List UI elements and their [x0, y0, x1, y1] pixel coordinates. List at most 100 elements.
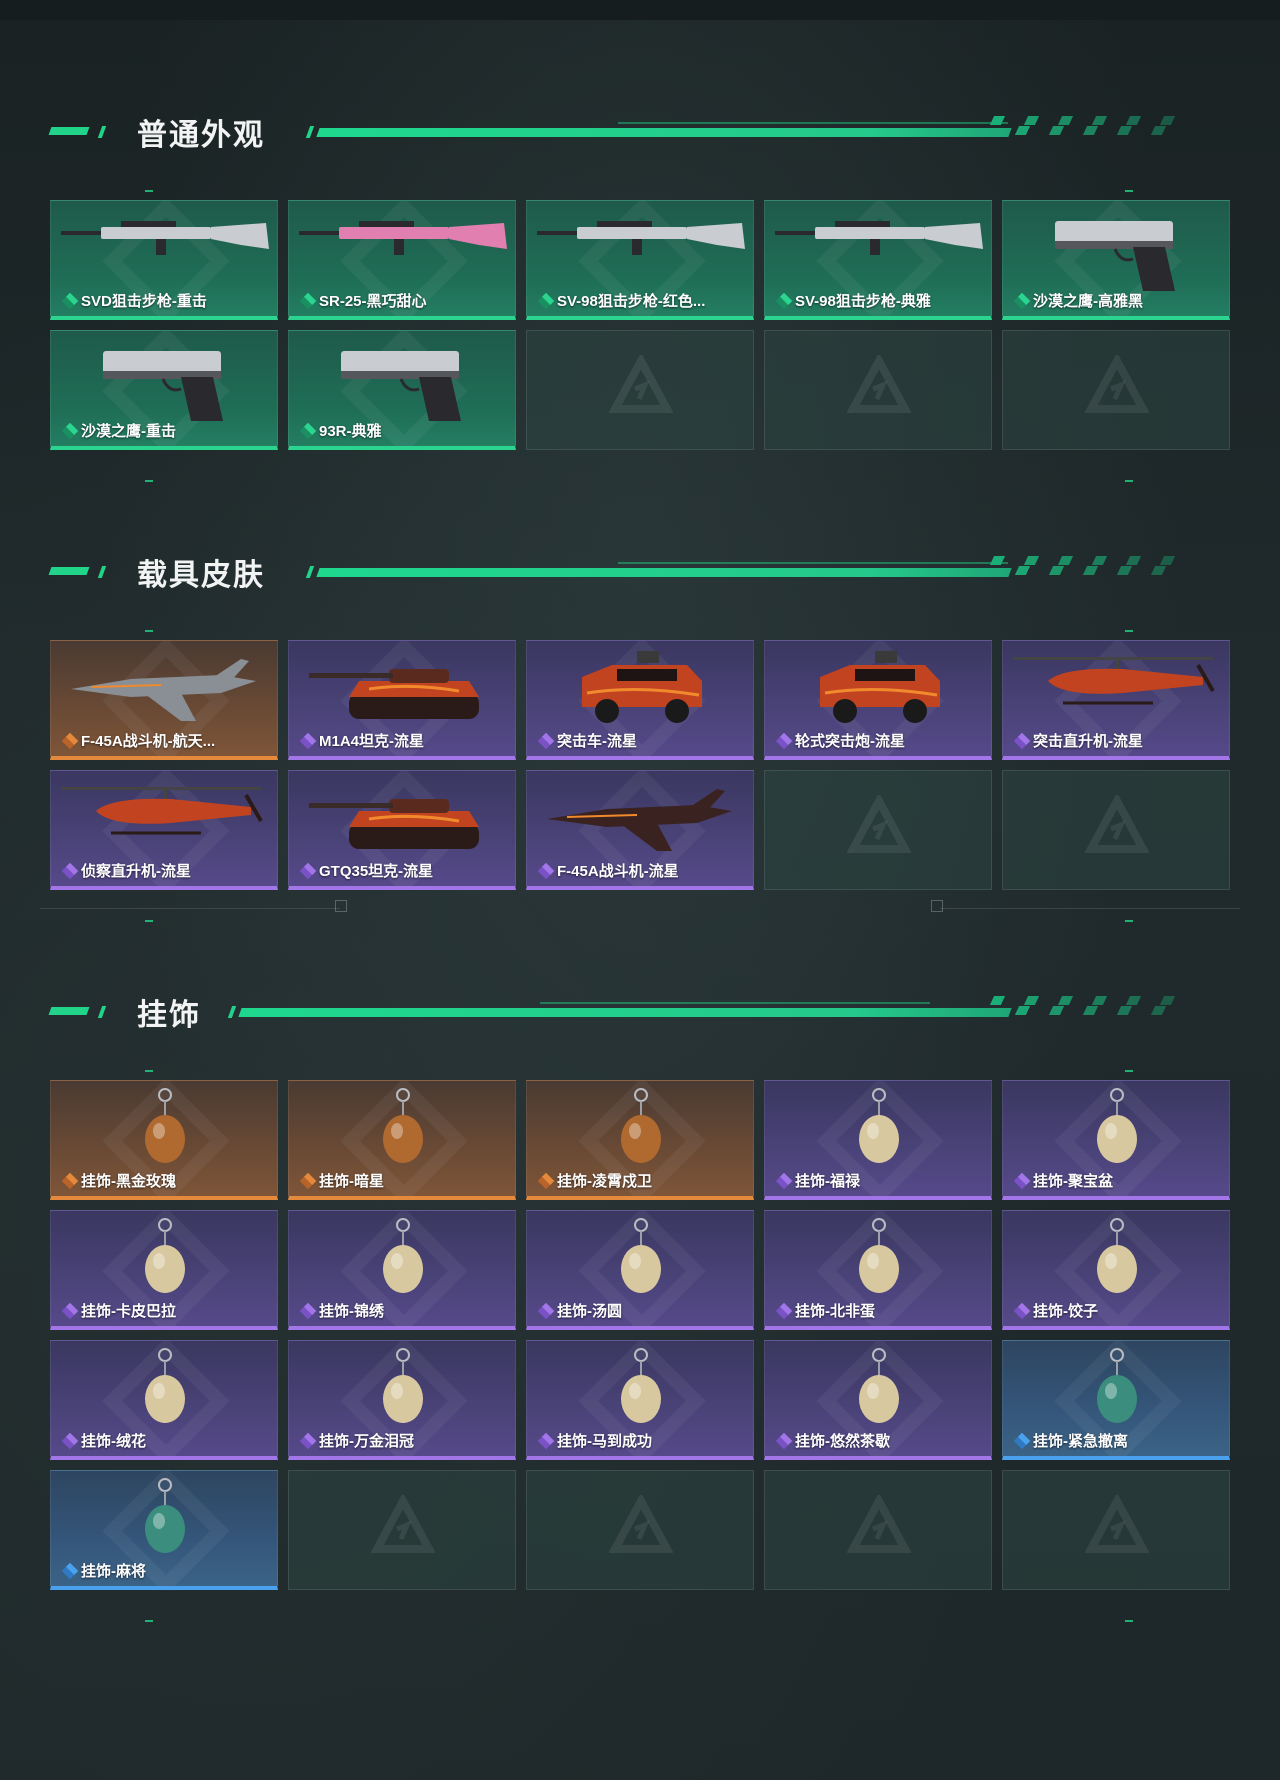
item-card[interactable]: 93R-典雅: [288, 330, 516, 450]
tank-icon: [309, 799, 479, 849]
charm-icon: [621, 1348, 661, 1423]
item-name: 挂饰-锦绣: [319, 1303, 384, 1320]
item-label: 挂饰-马到成功: [537, 1430, 652, 1451]
item-label: 突击车-流星: [537, 730, 637, 751]
item-card[interactable]: 挂饰-紧急撤离: [1002, 1340, 1230, 1460]
section-title: 载具皮肤: [137, 559, 265, 592]
charm-icon: [1097, 1088, 1137, 1163]
item-card[interactable]: 轮式突击炮-流星: [764, 640, 992, 760]
item-label: 挂饰-北非蛋: [775, 1300, 875, 1321]
header-tick: [305, 126, 315, 138]
purple-rarity-icon: [299, 862, 317, 879]
header-dash: [97, 566, 107, 578]
item-card[interactable]: M1A4坦克-流星: [288, 640, 516, 760]
header-thin-line: [618, 122, 1008, 124]
pistol-icon: [1055, 221, 1175, 291]
pistol-icon: [103, 351, 223, 421]
green-rarity-icon: [537, 292, 555, 309]
item-label: 挂饰-凌霄戍卫: [537, 1170, 652, 1191]
item-label: 挂饰-绒花: [61, 1430, 146, 1451]
item-name: F-45A战斗机-航天...: [81, 733, 216, 750]
green-rarity-icon: [1013, 292, 1031, 309]
item-name: 挂饰-悠然茶歇: [795, 1433, 890, 1450]
item-label: 挂饰-悠然茶歇: [775, 1430, 890, 1451]
header-dash: [97, 126, 107, 138]
game-logo-icon: [609, 355, 673, 413]
helicopter-icon: [61, 787, 263, 835]
charm-icon: [859, 1218, 899, 1293]
item-card[interactable]: 挂饰-聚宝盆: [1002, 1080, 1230, 1200]
item-label: M1A4坦克-流星: [299, 730, 424, 751]
item-card[interactable]: 挂饰-悠然茶歇: [764, 1340, 992, 1460]
item-label: 挂饰-福禄: [775, 1170, 860, 1191]
item-label: 沙漠之鹰-重击: [61, 420, 176, 441]
item-card[interactable]: 挂饰-锦绣: [288, 1210, 516, 1330]
item-card[interactable]: 挂饰-福禄: [764, 1080, 992, 1200]
header-tick: [305, 566, 315, 578]
item-label: 挂饰-饺子: [1013, 1300, 1098, 1321]
header-tick: [227, 1006, 237, 1018]
game-logo-icon: [1085, 355, 1149, 413]
charm-icon: [621, 1088, 661, 1163]
item-card[interactable]: F-45A战斗机-航天...: [50, 640, 278, 760]
item-card[interactable]: 挂饰-万金泪冠: [288, 1340, 516, 1460]
header-line: [316, 568, 1012, 577]
item-card[interactable]: 挂饰-马到成功: [526, 1340, 754, 1460]
game-logo-icon: [847, 1495, 911, 1553]
empty-slot: [764, 1470, 992, 1590]
game-logo-icon: [847, 355, 911, 413]
top-bar: [0, 0, 1280, 20]
orange-rarity-icon: [299, 1172, 317, 1189]
item-name: SR-25-黑巧甜心: [319, 293, 427, 310]
corner-marker: [1125, 630, 1133, 632]
item-card[interactable]: 突击车-流星: [526, 640, 754, 760]
item-card[interactable]: 挂饰-卡皮巴拉: [50, 1210, 278, 1330]
purple-rarity-icon: [537, 1302, 555, 1319]
item-label: 挂饰-聚宝盆: [1013, 1170, 1113, 1191]
green-rarity-icon: [775, 292, 793, 309]
item-card[interactable]: 挂饰-饺子: [1002, 1210, 1230, 1330]
charm-icon: [145, 1218, 185, 1293]
corner-marker: [145, 630, 153, 632]
item-card[interactable]: 挂饰-绒花: [50, 1340, 278, 1460]
divider-box: [931, 900, 943, 912]
item-card[interactable]: 挂饰-汤圆: [526, 1210, 754, 1330]
item-name: 挂饰-马到成功: [557, 1433, 652, 1450]
item-name: 挂饰-卡皮巴拉: [81, 1303, 176, 1320]
header-line: [238, 1008, 1012, 1017]
item-card[interactable]: 突击直升机-流星: [1002, 640, 1230, 760]
item-card[interactable]: SV-98狙击步枪-红色...: [526, 200, 754, 320]
item-card[interactable]: 挂饰-北非蛋: [764, 1210, 992, 1330]
purple-rarity-icon: [1013, 1172, 1031, 1189]
purple-rarity-icon: [1013, 732, 1031, 749]
item-card[interactable]: 挂饰-黑金玫瑰: [50, 1080, 278, 1200]
item-label: 突击直升机-流星: [1013, 730, 1143, 751]
item-card[interactable]: 挂饰-麻将: [50, 1470, 278, 1590]
header-line: [316, 128, 1012, 137]
divider-line: [40, 908, 340, 909]
item-card[interactable]: SVD狙击步枪-重击: [50, 200, 278, 320]
item-card[interactable]: SV-98狙击步枪-典雅: [764, 200, 992, 320]
header-dash: [97, 1006, 107, 1018]
item-name: 挂饰-凌霄戍卫: [557, 1173, 652, 1190]
charm-icon: [1097, 1348, 1137, 1423]
item-card[interactable]: SR-25-黑巧甜心: [288, 200, 516, 320]
purple-rarity-icon: [775, 732, 793, 749]
item-card[interactable]: 挂饰-凌霄戍卫: [526, 1080, 754, 1200]
item-name: 轮式突击炮-流星: [795, 733, 905, 750]
header-checker-pattern: [989, 996, 1202, 1020]
item-name: 侦察直升机-流星: [81, 863, 191, 880]
item-card[interactable]: F-45A战斗机-流星: [526, 770, 754, 890]
item-name: F-45A战斗机-流星: [557, 863, 679, 880]
item-card[interactable]: 挂饰-暗星: [288, 1080, 516, 1200]
corner-marker: [1125, 1070, 1133, 1072]
header-checker-pattern: [989, 116, 1202, 140]
item-card[interactable]: 沙漠之鹰-重击: [50, 330, 278, 450]
item-card[interactable]: GTQ35坦克-流星: [288, 770, 516, 890]
item-card[interactable]: 侦察直升机-流星: [50, 770, 278, 890]
empty-slot: [526, 330, 754, 450]
item-card[interactable]: 沙漠之鹰-高雅黑: [1002, 200, 1230, 320]
purple-rarity-icon: [61, 1432, 79, 1449]
wheeled-vehicle-icon: [820, 651, 940, 723]
divider-box: [335, 900, 347, 912]
